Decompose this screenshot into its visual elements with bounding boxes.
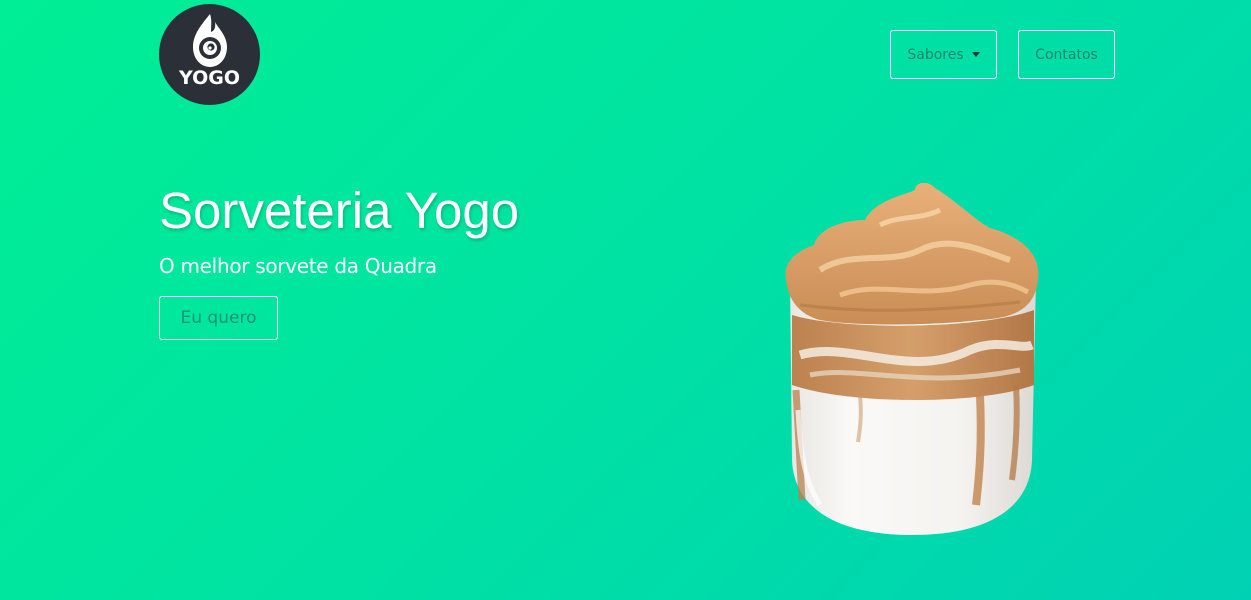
nav-sabores-dropdown[interactable]: Sabores — [890, 30, 997, 79]
nav-contatos-label: Contatos — [1035, 46, 1098, 63]
swirl-icon — [193, 14, 227, 67]
product-image — [785, 182, 1039, 535]
page-title: Sorveteria Yogo — [159, 182, 520, 239]
nav-sabores-label: Sabores — [907, 46, 964, 63]
caret-down-icon — [971, 52, 980, 57]
cta-button[interactable]: Eu quero — [159, 296, 278, 340]
brand-name: YOGO — [179, 67, 240, 89]
nav-contatos-button[interactable]: Contatos — [1018, 30, 1115, 79]
hero-subtitle: O melhor sorvete da Quadra — [159, 254, 437, 278]
brand-logo[interactable]: YOGO — [159, 4, 260, 105]
